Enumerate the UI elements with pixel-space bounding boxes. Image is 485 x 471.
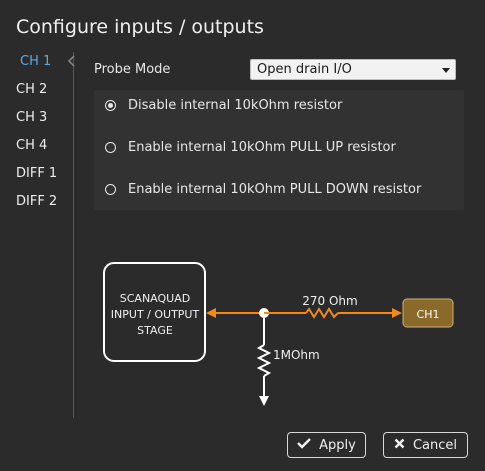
close-icon [394, 438, 405, 453]
apply-label: Apply [319, 437, 356, 453]
series-resistor-label: 270 Ohm [302, 294, 357, 308]
cancel-button[interactable]: Cancel [383, 432, 468, 458]
pulldown-resistor-icon [256, 344, 272, 377]
checkmark-icon [297, 437, 311, 453]
arrow-left-icon [206, 308, 216, 318]
circuit-diagram: SCANAQUAD INPUT / OUTPUT STAGE 270 Ohm C… [103, 262, 454, 406]
apply-button[interactable]: Apply [287, 432, 366, 458]
series-resistor-icon [305, 307, 339, 319]
stage-label-line3: STAGE [137, 324, 173, 337]
arrow-right-icon [392, 308, 402, 318]
pulldown-resistor-label: 1MOhm [273, 348, 320, 362]
stage-label-line1: SCANAQUAD [120, 292, 190, 305]
stage-label-line2: INPUT / OUTPUT [111, 308, 200, 321]
ground-arrow-icon [259, 396, 269, 406]
channel-label: CH1 [417, 308, 440, 321]
cancel-label: Cancel [412, 437, 458, 453]
